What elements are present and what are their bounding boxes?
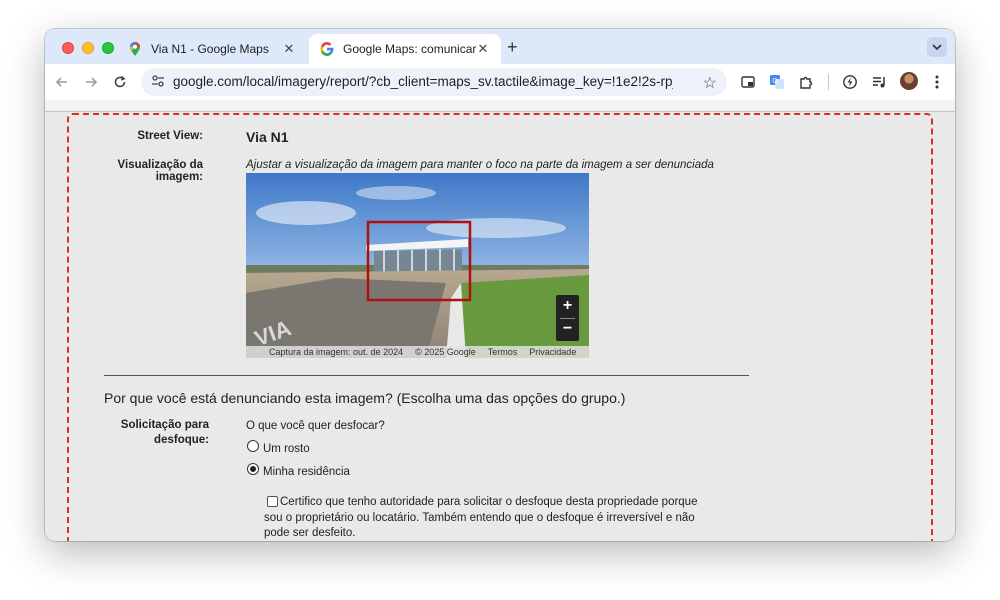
- street-view-image[interactable]: VIA + − Captura da imagem: out. de 2024 …: [246, 173, 589, 358]
- picture-in-picture-button[interactable]: [739, 73, 757, 91]
- option-residence-label[interactable]: Minha residência: [263, 466, 350, 478]
- arrow-right-icon: [86, 77, 98, 87]
- street-view-photo: VIA: [246, 173, 589, 358]
- report-form-highlight: Street View: Via N1 Visualização da imag…: [67, 113, 933, 541]
- puzzle-piece-icon: [799, 76, 812, 89]
- radio-residence[interactable]: [247, 463, 259, 475]
- new-tab-button[interactable]: +: [507, 37, 518, 58]
- forward-button[interactable]: [82, 73, 100, 91]
- reload-icon: [114, 75, 126, 88]
- reload-button[interactable]: [111, 73, 129, 91]
- media-controls-button[interactable]: [870, 73, 888, 91]
- close-tab-icon[interactable]: ✕: [281, 41, 297, 57]
- street-view-label: Street View:: [137, 130, 203, 142]
- street-view-name: Via N1: [246, 129, 289, 145]
- kebab-menu-icon: [935, 75, 939, 89]
- capture-date: Captura da imagem: out. de 2024: [269, 347, 404, 357]
- page-content: Street View: Via N1 Visualização da imag…: [45, 100, 955, 541]
- window-controls: [62, 42, 114, 54]
- radio-face[interactable]: [247, 440, 259, 452]
- tab-title: Google Maps: comunicar ima: [343, 42, 477, 56]
- page-top-band: [45, 100, 955, 112]
- back-button[interactable]: [53, 73, 71, 91]
- browser-window: Via N1 - Google Maps ✕ Google Maps: comu…: [45, 29, 955, 541]
- chevron-down-icon: [932, 44, 942, 50]
- profile-avatar[interactable]: [900, 72, 918, 90]
- image-attribution: Captura da imagem: out. de 2024 © 2025 G…: [246, 346, 589, 358]
- maximize-window-button[interactable]: [102, 42, 114, 54]
- option-face-label[interactable]: Um rosto: [263, 443, 310, 455]
- blur-prompt: O que você quer desfocar?: [246, 420, 385, 432]
- zoom-out-button[interactable]: −: [556, 318, 579, 341]
- google-maps-pin-icon: [130, 42, 140, 56]
- browser-toolbar: google.com/local/imagery/report/?cb_clie…: [45, 64, 955, 100]
- image-view-hint: Ajustar a visualização da imagem para ma…: [246, 159, 714, 171]
- close-tab-icon[interactable]: ✕: [475, 41, 491, 57]
- extensions-button[interactable]: [797, 73, 815, 91]
- tab-strip: Via N1 - Google Maps ✕ Google Maps: comu…: [45, 29, 955, 64]
- privacy-link[interactable]: Privacidade: [529, 347, 576, 357]
- section-divider: [104, 375, 749, 376]
- report-question: Por que você está denunciando esta image…: [104, 390, 626, 406]
- picture-in-picture-icon: [741, 76, 755, 88]
- translate-button[interactable]: G: [768, 73, 786, 91]
- music-queue-icon: [872, 77, 885, 88]
- close-window-button[interactable]: [62, 42, 74, 54]
- url-text: google.com/local/imagery/report/?cb_clie…: [173, 74, 673, 89]
- image-view-label: Visualização da imagem:: [117, 159, 203, 183]
- tab-report-imagery[interactable]: Google Maps: comunicar ima ✕: [309, 34, 501, 64]
- zoom-control: + −: [556, 295, 579, 341]
- tab-title: Via N1 - Google Maps: [151, 42, 269, 56]
- zoom-in-button[interactable]: +: [556, 295, 579, 318]
- site-settings-icon[interactable]: [151, 74, 165, 88]
- tab-search-button[interactable]: [927, 37, 947, 57]
- blur-request-label-line2: desfoque:: [154, 434, 209, 446]
- lightning-icon: [843, 75, 857, 89]
- terms-link[interactable]: Termos: [488, 347, 518, 357]
- google-g-icon: [320, 42, 334, 56]
- browser-menu-button[interactable]: [928, 73, 946, 91]
- google-translate-icon: G: [770, 75, 784, 89]
- minimize-window-button[interactable]: [82, 42, 94, 54]
- certify-text: Certifico que tenho autoridade para soli…: [264, 496, 698, 539]
- copyright: © 2025 Google: [415, 347, 476, 357]
- svg-text:G: G: [772, 78, 777, 85]
- arrow-left-icon: [55, 77, 67, 87]
- bookmark-star-icon[interactable]: ☆: [703, 73, 717, 93]
- toolbar-divider: [828, 74, 829, 90]
- blur-request-label-line1: Solicitação para: [120, 419, 209, 431]
- address-bar[interactable]: google.com/local/imagery/report/?cb_clie…: [141, 68, 727, 96]
- tab-via-n1[interactable]: Via N1 - Google Maps ✕: [117, 34, 307, 64]
- performance-button[interactable]: [841, 73, 859, 91]
